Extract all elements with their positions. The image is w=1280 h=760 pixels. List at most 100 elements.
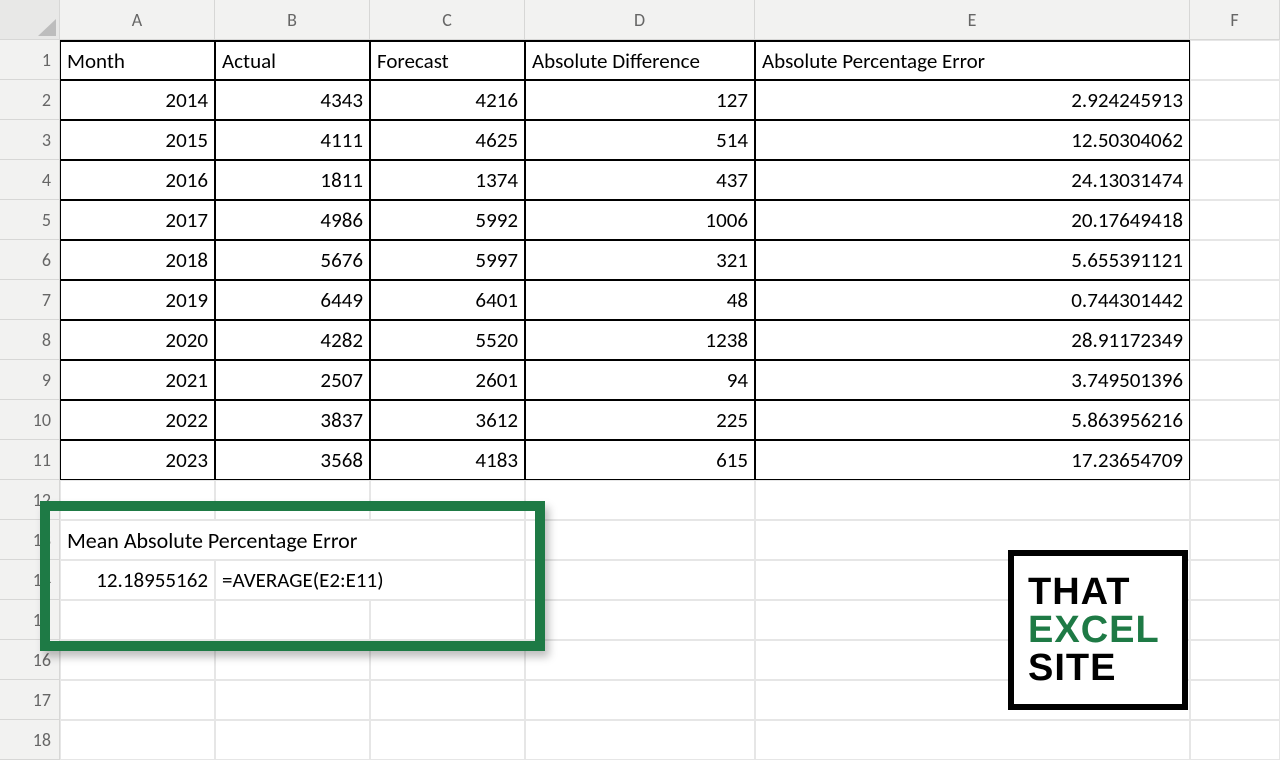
cell-B16[interactable] [215,640,370,680]
cell-A1[interactable]: Month [60,40,215,80]
cell-F3[interactable] [1190,120,1280,160]
column-header-F[interactable]: F [1190,0,1280,40]
row-header-2[interactable]: 2 [0,80,60,120]
cell-C5[interactable]: 5992 [370,200,525,240]
cell-D14[interactable] [525,560,755,600]
cell-F12[interactable] [1190,480,1280,520]
cell-A7[interactable]: 2019 [60,280,215,320]
row-header-6[interactable]: 6 [0,240,60,280]
cell-B18[interactable] [215,720,370,760]
row-header-3[interactable]: 3 [0,120,60,160]
cell-A12[interactable] [60,480,215,520]
row-header-17[interactable]: 17 [0,680,60,720]
cell-D11[interactable]: 615 [525,440,755,480]
cell-A10[interactable]: 2022 [60,400,215,440]
cell-F18[interactable] [1190,720,1280,760]
cell-A2[interactable]: 2014 [60,80,215,120]
cell-B4[interactable]: 1811 [215,160,370,200]
row-header-9[interactable]: 9 [0,360,60,400]
cell-F17[interactable] [1190,680,1280,720]
cell-B1[interactable]: Actual [215,40,370,80]
cell-F16[interactable] [1190,640,1280,680]
cell-D18[interactable] [525,720,755,760]
cell-E5[interactable]: 20.17649418 [755,200,1190,240]
cell-A16[interactable] [60,640,215,680]
cell-B9[interactable]: 2507 [215,360,370,400]
cell-E1[interactable]: Absolute Percentage Error [755,40,1190,80]
cell-E7[interactable]: 0.744301442 [755,280,1190,320]
row-header-16[interactable]: 16 [0,640,60,680]
cell-F13[interactable] [1190,520,1280,560]
cell-D4[interactable]: 437 [525,160,755,200]
select-all-corner[interactable] [0,0,60,40]
cell-D9[interactable]: 94 [525,360,755,400]
cell-A3[interactable]: 2015 [60,120,215,160]
cell-C8[interactable]: 5520 [370,320,525,360]
row-header-1[interactable]: 1 [0,40,60,80]
cell-B14[interactable]: =AVERAGE(E2:E11) [215,560,525,600]
row-header-13[interactable]: 13 [0,520,60,560]
cell-F8[interactable] [1190,320,1280,360]
cell-D3[interactable]: 514 [525,120,755,160]
cell-C7[interactable]: 6401 [370,280,525,320]
cell-B8[interactable]: 4282 [215,320,370,360]
cell-F4[interactable] [1190,160,1280,200]
cell-E11[interactable]: 17.23654709 [755,440,1190,480]
cell-A9[interactable]: 2021 [60,360,215,400]
cell-A15[interactable] [60,600,215,640]
cell-E8[interactable]: 28.91172349 [755,320,1190,360]
cell-B15[interactable] [215,600,370,640]
cell-F7[interactable] [1190,280,1280,320]
cell-A14[interactable]: 12.18955162 [60,560,215,600]
cell-D1[interactable]: Absolute Difference [525,40,755,80]
column-header-C[interactable]: C [370,0,525,40]
cell-E3[interactable]: 12.50304062 [755,120,1190,160]
cell-A17[interactable] [60,680,215,720]
cell-F9[interactable] [1190,360,1280,400]
cell-A6[interactable]: 2018 [60,240,215,280]
cell-E12[interactable] [755,480,1190,520]
cell-F15[interactable] [1190,600,1280,640]
cell-D12[interactable] [525,480,755,520]
cell-B11[interactable]: 3568 [215,440,370,480]
cell-A5[interactable]: 2017 [60,200,215,240]
row-header-5[interactable]: 5 [0,200,60,240]
row-header-12[interactable]: 12 [0,480,60,520]
cell-C9[interactable]: 2601 [370,360,525,400]
cell-A13[interactable]: Mean Absolute Percentage Error [60,520,525,560]
cell-D5[interactable]: 1006 [525,200,755,240]
cell-A11[interactable]: 2023 [60,440,215,480]
cell-A4[interactable]: 2016 [60,160,215,200]
cell-C11[interactable]: 4183 [370,440,525,480]
cell-E18[interactable] [755,720,1190,760]
cell-E6[interactable]: 5.655391121 [755,240,1190,280]
row-header-8[interactable]: 8 [0,320,60,360]
cell-B5[interactable]: 4986 [215,200,370,240]
cell-C16[interactable] [370,640,525,680]
cell-F6[interactable] [1190,240,1280,280]
cell-D8[interactable]: 1238 [525,320,755,360]
column-header-A[interactable]: A [60,0,215,40]
cell-C3[interactable]: 4625 [370,120,525,160]
cell-B17[interactable] [215,680,370,720]
cell-D16[interactable] [525,640,755,680]
cell-F10[interactable] [1190,400,1280,440]
column-header-B[interactable]: B [215,0,370,40]
cell-C12[interactable] [370,480,525,520]
cell-C10[interactable]: 3612 [370,400,525,440]
row-header-7[interactable]: 7 [0,280,60,320]
cell-D6[interactable]: 321 [525,240,755,280]
cell-C17[interactable] [370,680,525,720]
cell-B2[interactable]: 4343 [215,80,370,120]
cell-C4[interactable]: 1374 [370,160,525,200]
cell-D17[interactable] [525,680,755,720]
cell-C2[interactable]: 4216 [370,80,525,120]
cell-B12[interactable] [215,480,370,520]
cell-C1[interactable]: Forecast [370,40,525,80]
cell-B3[interactable]: 4111 [215,120,370,160]
cell-D2[interactable]: 127 [525,80,755,120]
cell-C6[interactable]: 5997 [370,240,525,280]
row-header-18[interactable]: 18 [0,720,60,760]
cell-F11[interactable] [1190,440,1280,480]
cell-B6[interactable]: 5676 [215,240,370,280]
